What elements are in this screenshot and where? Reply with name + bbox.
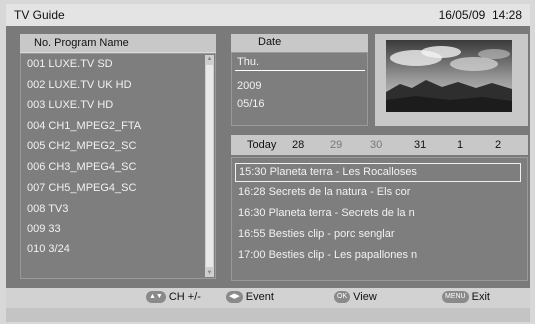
program-list[interactable]: 001 LUXE.TV SD 002 LUXE.TV UK HD 003 LUX… (20, 53, 216, 279)
header-bar: TV Guide 16/05/09 14:28 (6, 4, 530, 26)
landscape-image-icon (386, 40, 512, 112)
scroll-thumb[interactable] (206, 65, 213, 267)
hint-view: OK View (334, 291, 377, 304)
footer-bottom-bar (6, 308, 530, 322)
program-item[interactable]: 004 CH1_MPEG2_FTA (27, 120, 141, 136)
program-item[interactable]: 006 CH3_MPEG4_SC (27, 161, 136, 177)
left-right-key-icon: ◀▶ (226, 291, 243, 304)
scroll-down-icon[interactable]: ▼ (205, 269, 214, 277)
date-divider (235, 70, 365, 71)
tab-day[interactable]: 29 (330, 139, 342, 151)
hint-channel-label: CH +/- (168, 291, 201, 303)
year: 2009 (237, 80, 262, 92)
event-item[interactable]: 16:28 Secrets de la natura - Els cor (235, 184, 521, 203)
event-item[interactable]: 17:00 Besties clip - Les papallones n (235, 247, 521, 266)
tab-day[interactable]: 31 (414, 139, 426, 151)
current-datetime: 16/05/09 14:28 (439, 8, 522, 22)
event-item[interactable]: 16:55 Besties clip - porc senglar (235, 226, 521, 245)
program-item[interactable]: 007 CH5_MPEG4_SC (27, 182, 136, 198)
up-down-key-icon: ▲▼ (146, 291, 166, 304)
program-list-header-label: No. Program Name (34, 37, 129, 49)
program-item[interactable]: 009 33 (27, 223, 61, 239)
footer-hints: ▲▼ CH +/- ◀▶ Event OK View MENU Exit (6, 288, 530, 308)
program-list-header: No. Program Name (20, 34, 216, 53)
program-item[interactable]: 010 3/24 (27, 243, 70, 259)
event-item-selected[interactable]: 15:30 Planeta terra - Les Rocalloses (235, 163, 521, 182)
event-item[interactable]: 16:30 Planeta terra - Secrets de la n (235, 205, 521, 224)
event-list[interactable]: 15:30 Planeta terra - Les Rocalloses 16:… (231, 157, 528, 281)
hint-view-label: View (353, 291, 377, 303)
current-time: 14:28 (491, 8, 522, 22)
hint-exit-label: Exit (471, 291, 490, 303)
current-date: 16/05/09 (438, 8, 486, 22)
date-box: Thu. 2009 05/16 (231, 52, 368, 126)
menu-key-icon: MENU (442, 291, 469, 304)
weekday: Thu. (237, 56, 260, 68)
program-item[interactable]: 008 TV3 (27, 203, 68, 219)
hint-exit: MENU Exit (442, 291, 490, 304)
date-tabs: Today 28 29 30 31 1 2 (231, 135, 528, 155)
program-item[interactable]: 002 LUXE.TV UK HD (27, 79, 132, 95)
tv-guide-screen: TV Guide 16/05/09 14:28 No. Program Name… (0, 0, 535, 324)
tab-day[interactable]: 1 (457, 139, 463, 151)
hint-event-label: Event (245, 291, 274, 303)
tab-day[interactable]: 28 (292, 139, 304, 151)
date-header-label: Date (258, 36, 282, 48)
date-header: Date (231, 34, 368, 52)
hint-channel: ▲▼ CH +/- (146, 291, 201, 304)
program-item[interactable]: 005 CH2_MPEG2_SC (27, 140, 136, 156)
tab-day[interactable]: 30 (370, 139, 382, 151)
program-item[interactable]: 003 LUXE.TV HD (27, 99, 113, 115)
month-day: 05/16 (237, 98, 265, 110)
ok-key-icon: OK (334, 291, 351, 304)
program-list-scrollbar[interactable]: ▲ ▼ (205, 55, 214, 277)
tab-day[interactable]: 2 (495, 139, 501, 151)
scroll-up-icon[interactable]: ▲ (205, 55, 214, 63)
hint-event: ◀▶ Event (226, 291, 274, 304)
tab-today[interactable]: Today (247, 139, 276, 151)
page-title: TV Guide (14, 8, 65, 22)
program-item[interactable]: 001 LUXE.TV SD (27, 58, 113, 74)
